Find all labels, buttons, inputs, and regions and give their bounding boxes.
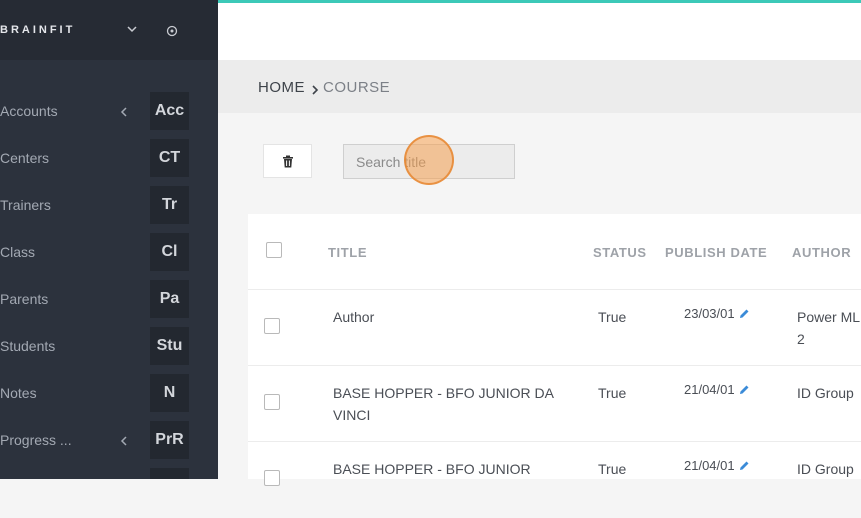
delete-button[interactable] — [263, 144, 312, 178]
trash-icon — [283, 155, 293, 168]
sidebar-item-abbr: Stu — [150, 327, 189, 365]
column-header-status[interactable]: STATUS — [593, 245, 647, 260]
sidebar-item-abbr: Acc — [150, 92, 189, 130]
row-checkbox[interactable] — [264, 318, 280, 334]
sidebar-item-accounts[interactable]: Accounts Acc — [0, 87, 218, 134]
sidebar-item-label: Centers — [0, 150, 50, 166]
sidebar-item-students[interactable]: Students Stu — [0, 322, 218, 369]
publish-date-value: 21/04/01 — [684, 458, 735, 473]
row-title: BASE HOPPER - BFO JUNIOR DA VINCI — [333, 385, 554, 423]
publish-date-value: 23/03/01 — [684, 306, 735, 321]
column-header-publish-date[interactable]: PUBLISH DATE — [665, 245, 767, 260]
chevron-down-icon[interactable] — [126, 22, 138, 34]
row-publish-date: 21/04/01 — [684, 382, 750, 397]
sidebar-item-label: Progress ... — [0, 432, 72, 448]
sidebar-item-trainers[interactable]: Trainers Tr — [0, 181, 218, 228]
brand-logo[interactable]: BRAINFIT — [0, 24, 75, 36]
row-publish-date: 21/04/01 — [684, 458, 750, 473]
sidebar-item-label: Class — [0, 244, 36, 260]
column-header-author[interactable]: AUTHOR — [792, 245, 851, 260]
sidebar-item-progress[interactable]: Progress ... PrR — [0, 416, 218, 463]
row-status: True — [598, 385, 627, 401]
pencil-icon[interactable] — [739, 460, 750, 471]
sidebar-item-label: Notes — [0, 385, 37, 401]
search-input[interactable] — [343, 144, 515, 179]
table-row[interactable]: BASE HOPPER - BFO JUNIOR DA VINCI True 2… — [248, 365, 861, 442]
row-status: True — [598, 461, 627, 477]
course-table: TITLE STATUS PUBLISH DATE AUTHOR Author … — [248, 214, 861, 486]
sidebar-item-notes[interactable]: Notes N — [0, 369, 218, 416]
chevron-left-icon — [119, 434, 129, 446]
row-checkbox[interactable] — [264, 470, 280, 486]
row-title: Author — [333, 309, 375, 325]
sidebar-item-class[interactable]: Class Cl — [0, 228, 218, 275]
sidebar: BRAINFIT Accounts Acc Centers CT Trainer… — [0, 0, 218, 479]
breadcrumb-current: COURSE — [323, 79, 391, 96]
sidebar-item-label: Accounts — [0, 103, 58, 119]
breadcrumb: HOME COURSE — [218, 60, 861, 113]
sidebar-item-label: Students — [0, 338, 56, 354]
sidebar-item-abbr: Tr — [150, 186, 189, 224]
table-row[interactable]: BASE HOPPER - BFO JUNIOR True 21/04/01 I… — [248, 441, 861, 518]
publish-date-value: 21/04/01 — [684, 382, 735, 397]
row-status: True — [598, 309, 627, 325]
table-row[interactable]: Author True 23/03/01 Power ML 2 — [248, 289, 861, 366]
sidebar-item-abbr: N — [150, 374, 189, 412]
gear-icon[interactable] — [165, 24, 179, 38]
sidebar-item-abbr: Cl — [150, 233, 189, 271]
sidebar-item-label: Trainers — [0, 197, 51, 213]
chevron-right-icon — [311, 82, 319, 95]
chevron-left-icon — [119, 105, 129, 117]
row-author: Power ML 2 — [797, 309, 860, 347]
breadcrumb-home[interactable]: HOME — [258, 79, 305, 96]
row-checkbox[interactable] — [264, 394, 280, 410]
brand-bar: BRAINFIT — [0, 0, 218, 60]
sidebar-item-abbr — [150, 468, 189, 479]
sidebar-item-parents[interactable]: Parents Pa — [0, 275, 218, 322]
sidebar-item-more[interactable] — [0, 463, 218, 479]
row-title: BASE HOPPER - BFO JUNIOR — [333, 461, 531, 477]
pencil-icon[interactable] — [739, 308, 750, 319]
sidebar-item-abbr: Pa — [150, 280, 189, 318]
row-author: ID Group — [797, 461, 854, 477]
sidebar-item-abbr: PrR — [150, 421, 189, 459]
sidebar-item-label: Parents — [0, 291, 49, 307]
top-header — [218, 3, 861, 60]
select-all-checkbox[interactable] — [266, 242, 282, 258]
sidebar-item-abbr: CT — [150, 139, 189, 177]
pencil-icon[interactable] — [739, 384, 750, 395]
row-publish-date: 23/03/01 — [684, 306, 750, 321]
sidebar-item-centers[interactable]: Centers CT — [0, 134, 218, 181]
column-header-title[interactable]: TITLE — [328, 245, 367, 260]
row-author: ID Group — [797, 385, 854, 401]
